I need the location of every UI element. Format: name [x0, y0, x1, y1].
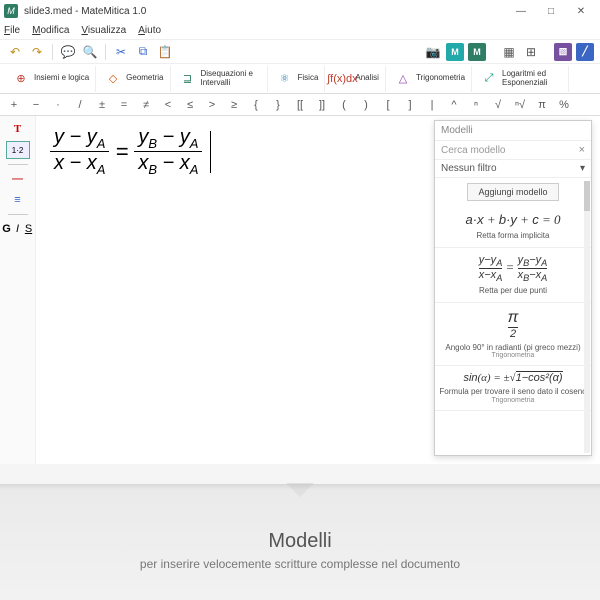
category-logaritmi-ed-esponenziali[interactable]: ⤢Logaritmi ed Esponenziali [474, 66, 569, 92]
symbol-button[interactable]: · [52, 99, 64, 111]
symbol-button[interactable]: / [74, 99, 86, 111]
symbol-button[interactable]: √ [492, 99, 504, 111]
icon-toolbar: ↶ ↷ 💬 🔍 ✂ ⧉ 📋 📷 M M ▦ ⊞ ▧ ╱ [0, 40, 600, 64]
fraction-tool[interactable]: 1·2 [6, 141, 30, 159]
menu-help[interactable]: Aiuto [138, 25, 161, 36]
editor-canvas[interactable]: y − yA x − xA = yB − yA xB − xA Modelli … [36, 116, 600, 464]
titlebar: M slide3.med - MateMitica 1.0 — □ ✕ [0, 0, 600, 22]
symbol-button[interactable]: | [426, 99, 438, 111]
camera-button[interactable]: 📷 [424, 43, 442, 61]
symbol-button[interactable]: ⁿ√ [514, 99, 526, 111]
symbol-button[interactable]: + [8, 99, 20, 111]
main-formula: y − yA x − xA = yB − yA xB − xA [50, 126, 211, 177]
model-card[interactable]: sin(α) = ±√1−cos²(α) Formula per trovare… [435, 366, 591, 411]
category-fisica[interactable]: ⚛Fisica [270, 66, 326, 92]
category-analisi[interactable]: ∫f(x)dxAnalisi [327, 66, 386, 92]
symbol-button[interactable]: ≠ [140, 99, 152, 111]
model-card[interactable]: π2 Angolo 90° in radianti (pi greco mezz… [435, 303, 591, 367]
search-placeholder: Cerca modello [441, 145, 505, 156]
paste-button[interactable]: 📋 [156, 43, 174, 61]
add-model-button[interactable]: Aggiungi modello [467, 183, 558, 201]
clear-search-icon[interactable]: × [579, 144, 585, 156]
models-scrollbar[interactable] [584, 181, 590, 453]
menu-view[interactable]: Visualizza [81, 25, 126, 36]
symbol-button[interactable]: ) [360, 99, 372, 111]
separator [105, 44, 106, 60]
app-icon: M [4, 4, 18, 18]
caption-title: Modelli [0, 530, 600, 553]
text-cursor [210, 131, 211, 173]
separator [52, 44, 53, 60]
symbol-button[interactable]: [[ [294, 99, 306, 111]
swatch-button[interactable]: ▧ [554, 43, 572, 61]
apps-button[interactable]: ⊞ [522, 43, 540, 61]
symbol-button[interactable]: π [536, 99, 548, 111]
bold-g[interactable]: G [2, 220, 12, 238]
models-filter[interactable]: Nessun filtro ▾ [435, 160, 591, 178]
symbol-button[interactable]: } [272, 99, 284, 111]
symbol-button[interactable]: ^ [448, 99, 460, 111]
symbol-button[interactable]: ≥ [228, 99, 240, 111]
symbol-button[interactable]: % [558, 99, 570, 111]
category-disequazioni-e-intervalli[interactable]: ⊒Disequazioni e Intervalli [173, 66, 268, 92]
category-toolbar: ⊕Insiemi e logica◇Geometria⊒Disequazioni… [0, 64, 600, 94]
symbol-button[interactable]: ]] [316, 99, 328, 111]
minimize-button[interactable]: — [506, 0, 536, 22]
undo-button[interactable]: ↶ [6, 43, 24, 61]
symbol-button[interactable]: ] [404, 99, 416, 111]
category-insiemi-e-logica[interactable]: ⊕Insiemi e logica [6, 66, 96, 92]
copy-button[interactable]: ⧉ [134, 43, 152, 61]
speak-button[interactable]: 💬 [59, 43, 77, 61]
symbol-button[interactable]: > [206, 99, 218, 111]
grid-button[interactable]: ▦ [500, 43, 518, 61]
slash-button[interactable]: ╱ [576, 43, 594, 61]
text-tool[interactable]: T [6, 120, 30, 138]
stack-tool[interactable]: ≡ [6, 191, 30, 209]
symbol-button[interactable]: < [162, 99, 174, 111]
redo-button[interactable]: ↷ [28, 43, 46, 61]
caption-subtitle: per inserire velocemente scritture compl… [0, 557, 600, 571]
symbol-button[interactable]: ≤ [184, 99, 196, 111]
symbol-button[interactable]: [ [382, 99, 394, 111]
menu-file[interactable]: File [4, 25, 20, 36]
menu-edit[interactable]: Modifica [32, 25, 69, 36]
close-button[interactable]: ✕ [566, 0, 596, 22]
model-card[interactable]: y−yAx−xA = yB−yAxB−xA Retta per due punt… [435, 248, 591, 303]
line-tool[interactable]: — [6, 170, 30, 188]
main-area: T 1·2 — ≡ G I S y − yA x − xA = yB − yA … [0, 116, 600, 464]
symbol-button[interactable]: ( [338, 99, 350, 111]
m-button[interactable]: M [446, 43, 464, 61]
symbol-button[interactable]: ⁿ [470, 99, 482, 111]
caption-area: Modelli per inserire velocemente scrittu… [0, 484, 600, 600]
symbol-toolbar: +−·/±=≠<≤>≥{}[[]]()[]|^ⁿ√ⁿ√π% [0, 94, 600, 116]
italic-i[interactable]: I [14, 220, 22, 238]
symbol-button[interactable]: − [30, 99, 42, 111]
symbol-button[interactable]: ± [96, 99, 108, 111]
maximize-button[interactable]: □ [536, 0, 566, 22]
symbol-button[interactable]: = [118, 99, 130, 111]
model-card[interactable]: a·x + b·y + c = 0 Retta forma implicita [435, 206, 591, 248]
cut-button[interactable]: ✂ [112, 43, 130, 61]
search-button[interactable]: 🔍 [81, 43, 99, 61]
models-panel-title: Modelli [435, 121, 591, 141]
underline-s[interactable]: S [24, 220, 34, 238]
symbol-button[interactable]: { [250, 99, 262, 111]
window-title: slide3.med - MateMitica 1.0 [24, 6, 506, 17]
category-trigonometria[interactable]: △Trigonometria [388, 66, 472, 92]
chevron-down-icon: ▾ [580, 163, 585, 174]
models-list: a·x + b·y + c = 0 Retta forma implicita … [435, 206, 591, 455]
category-geometria[interactable]: ◇Geometria [98, 66, 170, 92]
models-search[interactable]: Cerca modello × [435, 141, 591, 160]
side-toolbar: T 1·2 — ≡ G I S [0, 116, 36, 464]
menubar: File Modifica Visualizza Aiuto [0, 22, 600, 40]
m2-button[interactable]: M [468, 43, 486, 61]
models-panel: Modelli Cerca modello × Nessun filtro ▾ … [434, 120, 592, 456]
